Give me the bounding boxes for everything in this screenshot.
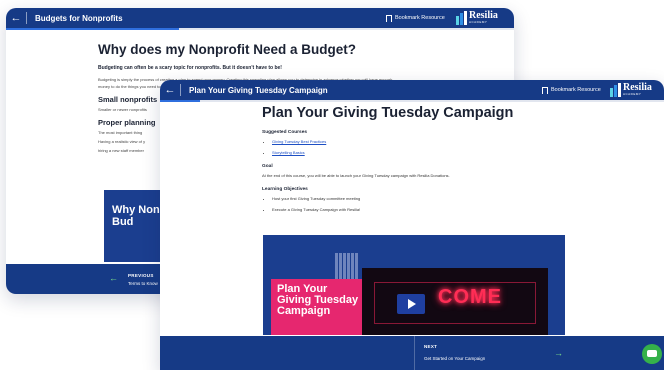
decor-stripes-icon [335, 253, 359, 279]
divider [180, 84, 181, 96]
goal-text: At the end of this course, you will be a… [262, 173, 450, 178]
course-link[interactable]: Storytelling Basics [272, 150, 305, 155]
progress-fill [160, 100, 201, 102]
giving-tuesday-window: ← Plan Your Giving Tuesday Campaign Book… [160, 80, 664, 370]
divider [26, 12, 27, 24]
arrow-right-icon[interactable]: → [554, 348, 563, 358]
logo-bars-icon [610, 83, 621, 97]
previous-title: Terms to Know [128, 281, 158, 286]
arrow-left-icon[interactable]: ← [6, 12, 26, 24]
chat-icon[interactable] [642, 344, 662, 364]
course-list: Giving Tuesday Best Practices Storytelli… [262, 139, 664, 155]
lesson-content: Plan Your Giving Tuesday Campaign Sugges… [262, 102, 664, 218]
objectives-list: Host your first Giving Tuesday committee… [262, 196, 664, 212]
logo-name: Resilia [623, 82, 652, 93]
suggested-heading: Suggested Courses [262, 130, 308, 135]
resilia-logo: Resilia ACADEMY [610, 83, 652, 97]
lead-text: Budgeting can often be a scary topic for… [98, 65, 282, 71]
bookmark-label: Bookmark Resource [551, 87, 601, 93]
bookmark-label: Bookmark Resource [395, 15, 445, 21]
next-label: NEXT [424, 344, 438, 349]
logo-name: Resilia [469, 10, 498, 21]
list-item: Giving Tuesday Best Practices [272, 139, 664, 144]
course-title: Budgets for Nonprofits [35, 13, 123, 23]
arrow-left-icon[interactable]: ← [160, 84, 180, 96]
list-item: Execute a Giving Tuesday Campaign with R… [272, 207, 664, 212]
video-player[interactable]: COME [362, 268, 548, 335]
next-link[interactable]: NEXT Get Started on Your Campaign [424, 344, 485, 361]
course-title: Plan Your Giving Tuesday Campaign [189, 85, 328, 95]
next-title: Get Started on Your Campaign [424, 356, 486, 361]
bookmark-button[interactable]: Bookmark Resource [542, 86, 601, 94]
top-nav-bar: ← Budgets for Nonprofits Bookmark Resour… [6, 8, 514, 28]
course-link[interactable]: Giving Tuesday Best Practices [272, 139, 326, 144]
objectives-heading: Learning Objectives [262, 187, 308, 192]
bottom-nav-bar: NEXT Get Started on Your Campaign → [160, 336, 664, 370]
arrow-left-icon[interactable]: ← [109, 273, 118, 283]
page-title: Plan Your Giving Tuesday Campaign [262, 105, 514, 121]
bookmark-button[interactable]: Bookmark Resource [386, 14, 445, 22]
top-nav-bar: ← Plan Your Giving Tuesday Campaign Book… [160, 80, 664, 100]
page-title: Why does my Nonprofit Need a Budget? [98, 42, 357, 57]
campaign-poster: Plan Your Giving Tuesday Campaign [271, 279, 363, 335]
video-card: Plan Your Giving Tuesday Campaign COME [263, 235, 565, 335]
logo-bars-icon [456, 11, 467, 25]
bookmark-icon [386, 14, 392, 22]
previous-link[interactable]: PREVIOUS Terms to Know [128, 273, 158, 286]
footer-divider [414, 336, 415, 370]
list-item: Host your first Giving Tuesday committee… [272, 196, 664, 201]
list-item: Storytelling Basics [272, 150, 664, 155]
hero-banner: Why Non Bud [104, 190, 162, 262]
previous-label: PREVIOUS [128, 273, 154, 278]
neon-sign-text: COME [438, 286, 502, 308]
play-button[interactable] [397, 294, 425, 314]
goal-heading: Goal [262, 164, 273, 169]
resilia-logo: Resilia ACADEMY [456, 11, 498, 25]
bookmark-icon [542, 86, 548, 94]
